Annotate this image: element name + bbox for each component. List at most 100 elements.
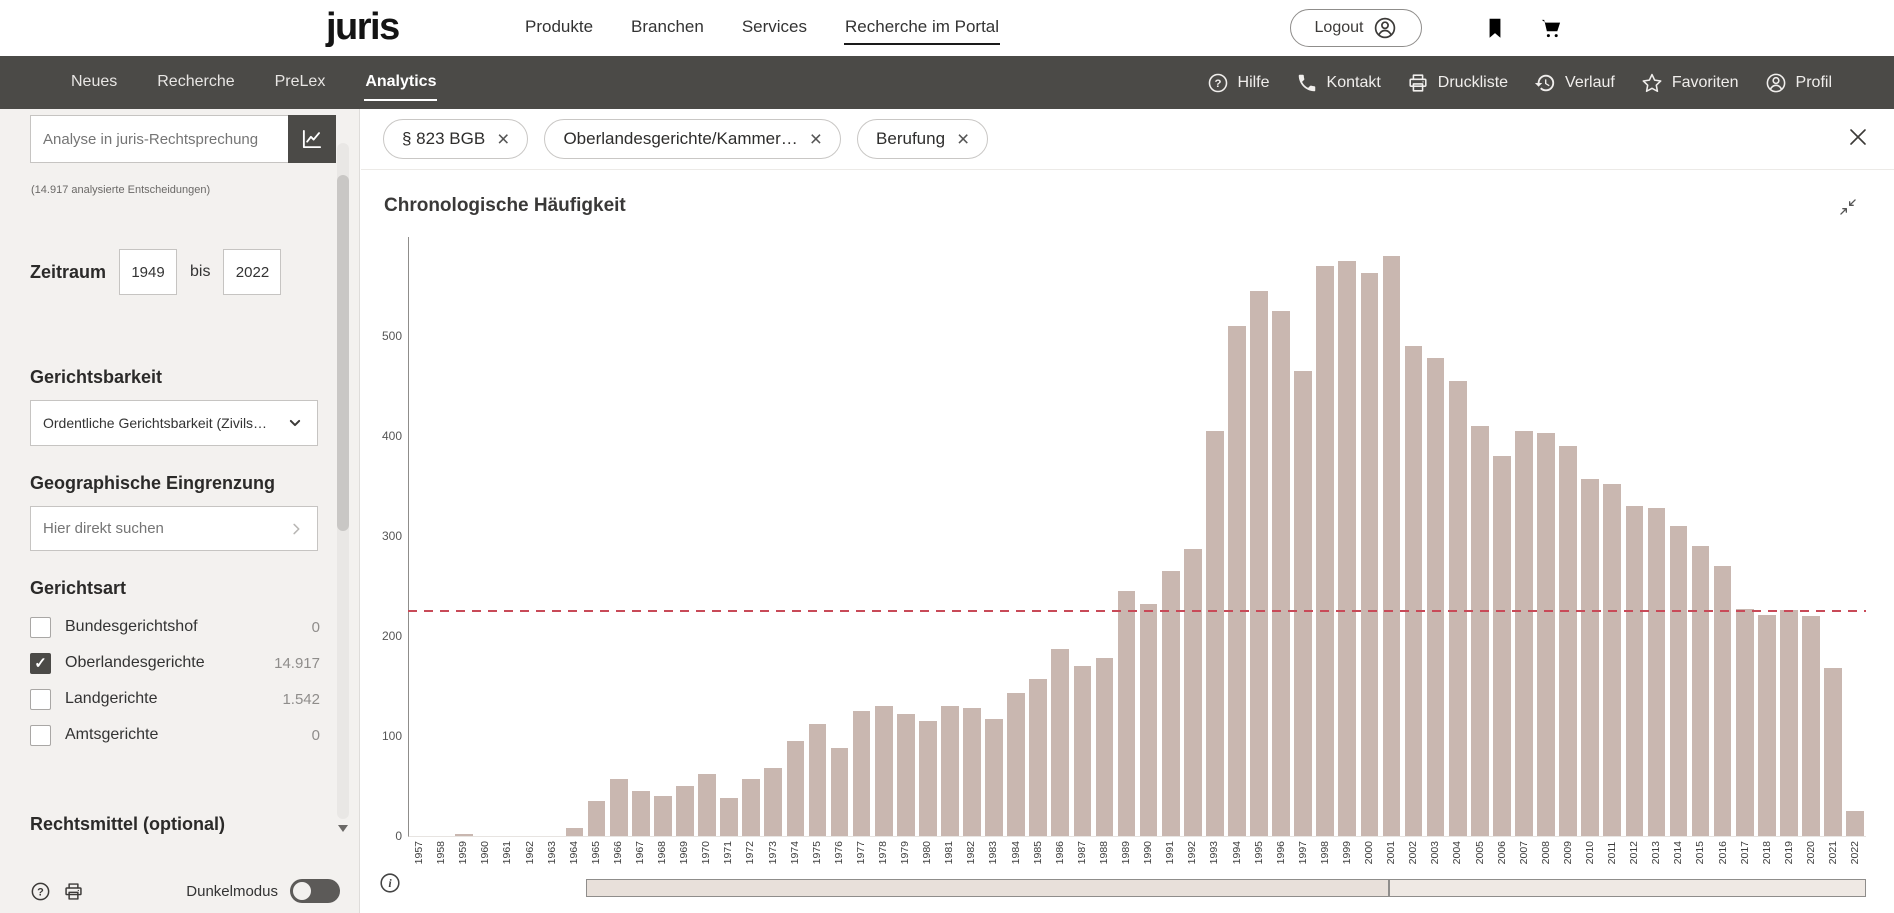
bar-1998[interactable] xyxy=(1316,266,1334,836)
sidebar-scrollbar-track[interactable] xyxy=(337,143,349,819)
bar-1995[interactable] xyxy=(1250,291,1268,836)
top-nav-branchen[interactable]: Branchen xyxy=(630,11,705,45)
printer-icon[interactable] xyxy=(63,881,84,902)
bar-1997[interactable] xyxy=(1294,371,1312,836)
juris-logo[interactable]: juris xyxy=(326,6,399,49)
range-slider-handle[interactable] xyxy=(1388,880,1390,896)
bar-1989[interactable] xyxy=(1118,591,1136,836)
bar-1967[interactable] xyxy=(632,791,650,836)
bar-1969[interactable] xyxy=(676,786,694,836)
navbar-tool-druckliste[interactable]: Druckliste xyxy=(1407,72,1508,94)
bar-1965[interactable] xyxy=(588,801,606,836)
bar-1966[interactable] xyxy=(610,779,628,836)
bar-1972[interactable] xyxy=(742,779,760,836)
close-icon[interactable]: × xyxy=(497,129,509,150)
close-icon[interactable] xyxy=(1844,123,1872,151)
bar-2006[interactable] xyxy=(1493,456,1511,836)
bar-2020[interactable] xyxy=(1802,616,1820,836)
bar-2021[interactable] xyxy=(1824,668,1842,836)
bar-1986[interactable] xyxy=(1051,649,1069,836)
bar-1979[interactable] xyxy=(897,714,915,836)
bar-2007[interactable] xyxy=(1515,431,1533,836)
bar-2010[interactable] xyxy=(1581,479,1599,836)
top-nav-services[interactable]: Services xyxy=(741,11,808,45)
close-icon[interactable]: × xyxy=(957,129,969,150)
bar-2008[interactable] xyxy=(1537,433,1555,836)
navbar-tool-favoriten[interactable]: Favoriten xyxy=(1641,72,1739,94)
checkbox-landgerichte[interactable] xyxy=(30,689,51,710)
analytics-search-input[interactable] xyxy=(30,115,288,163)
bar-2016[interactable] xyxy=(1714,566,1732,836)
bar-2005[interactable] xyxy=(1471,426,1489,836)
bar-2015[interactable] xyxy=(1692,546,1710,836)
bar-1968[interactable] xyxy=(654,796,672,836)
navbar-item-neues[interactable]: Neues xyxy=(70,65,118,101)
bar-1977[interactable] xyxy=(853,711,871,836)
geo-search-input[interactable] xyxy=(31,520,275,537)
checkbox-amtsgerichte[interactable] xyxy=(30,725,51,746)
bar-1959[interactable] xyxy=(455,834,473,836)
bar-2011[interactable] xyxy=(1603,484,1621,836)
bar-1974[interactable] xyxy=(787,741,805,836)
navbar-item-analytics[interactable]: Analytics xyxy=(364,65,437,101)
filter-chip-berufung[interactable]: Berufung× xyxy=(857,119,988,159)
bar-1987[interactable] xyxy=(1074,666,1092,836)
navbar-item-recherche[interactable]: Recherche xyxy=(156,65,235,101)
bar-1973[interactable] xyxy=(764,768,782,836)
scroll-down-arrow-icon[interactable] xyxy=(338,825,348,832)
navbar-tool-kontakt[interactable]: Kontakt xyxy=(1296,72,1381,94)
bar-2019[interactable] xyxy=(1780,610,1798,836)
zeitraum-to-input[interactable] xyxy=(223,249,281,295)
bar-1975[interactable] xyxy=(809,724,827,836)
bar-1999[interactable] xyxy=(1338,261,1356,836)
bar-1985[interactable] xyxy=(1029,679,1047,836)
top-nav-recherche-im-portal[interactable]: Recherche im Portal xyxy=(844,11,1000,45)
bar-1988[interactable] xyxy=(1096,658,1114,836)
filter-chip-823-bgb[interactable]: § 823 BGB× xyxy=(383,119,528,159)
bar-1984[interactable] xyxy=(1007,693,1025,836)
bar-2009[interactable] xyxy=(1559,446,1577,836)
bar-1978[interactable] xyxy=(875,706,893,836)
bar-2003[interactable] xyxy=(1427,358,1445,836)
bar-1993[interactable] xyxy=(1206,431,1224,836)
navbar-tool-verlauf[interactable]: Verlauf xyxy=(1534,72,1615,94)
bar-2012[interactable] xyxy=(1626,506,1644,836)
geo-submit-button[interactable] xyxy=(275,507,317,550)
filter-chip-oberlandesgerichte-kammer[interactable]: Oberlandesgerichte/Kammer…× xyxy=(544,119,841,159)
bar-1996[interactable] xyxy=(1272,311,1290,836)
close-icon[interactable]: × xyxy=(810,129,822,150)
bar-2022[interactable] xyxy=(1846,811,1864,836)
top-nav-produkte[interactable]: Produkte xyxy=(524,11,594,45)
bar-2000[interactable] xyxy=(1361,273,1379,836)
bar-1971[interactable] xyxy=(720,798,738,836)
navbar-tool-hilfe[interactable]: ?Hilfe xyxy=(1207,72,1270,94)
help-icon[interactable]: ? xyxy=(30,881,51,902)
bar-2017[interactable] xyxy=(1736,609,1754,836)
bar-2013[interactable] xyxy=(1648,508,1666,836)
dark-mode-toggle[interactable] xyxy=(290,879,340,903)
bar-1990[interactable] xyxy=(1140,604,1158,836)
checkbox-bundesgerichtshof[interactable] xyxy=(30,617,51,638)
range-slider-window[interactable] xyxy=(587,880,1388,896)
chart-range-slider[interactable] xyxy=(586,879,1866,897)
navbar-tool-profil[interactable]: Profil xyxy=(1765,72,1832,94)
info-icon[interactable]: i xyxy=(379,872,401,894)
bar-2002[interactable] xyxy=(1405,346,1423,836)
bar-1976[interactable] xyxy=(831,748,849,836)
sidebar-scrollbar-thumb[interactable] xyxy=(337,175,349,531)
bookmark-icon[interactable] xyxy=(1482,15,1508,41)
collapse-icon[interactable] xyxy=(1838,197,1858,217)
bar-2014[interactable] xyxy=(1670,526,1688,836)
navbar-item-prelex[interactable]: PreLex xyxy=(274,65,327,101)
bar-2018[interactable] xyxy=(1758,615,1776,836)
bar-1970[interactable] xyxy=(698,774,716,836)
bar-1983[interactable] xyxy=(985,719,1003,836)
checkbox-oberlandesgerichte[interactable]: ✓ xyxy=(30,653,51,674)
bar-1964[interactable] xyxy=(566,828,584,836)
bar-1992[interactable] xyxy=(1184,549,1202,836)
bar-2001[interactable] xyxy=(1383,256,1401,836)
bar-1980[interactable] xyxy=(919,721,937,836)
bar-2004[interactable] xyxy=(1449,381,1467,836)
cart-icon[interactable] xyxy=(1538,15,1564,41)
bar-1982[interactable] xyxy=(963,708,981,836)
